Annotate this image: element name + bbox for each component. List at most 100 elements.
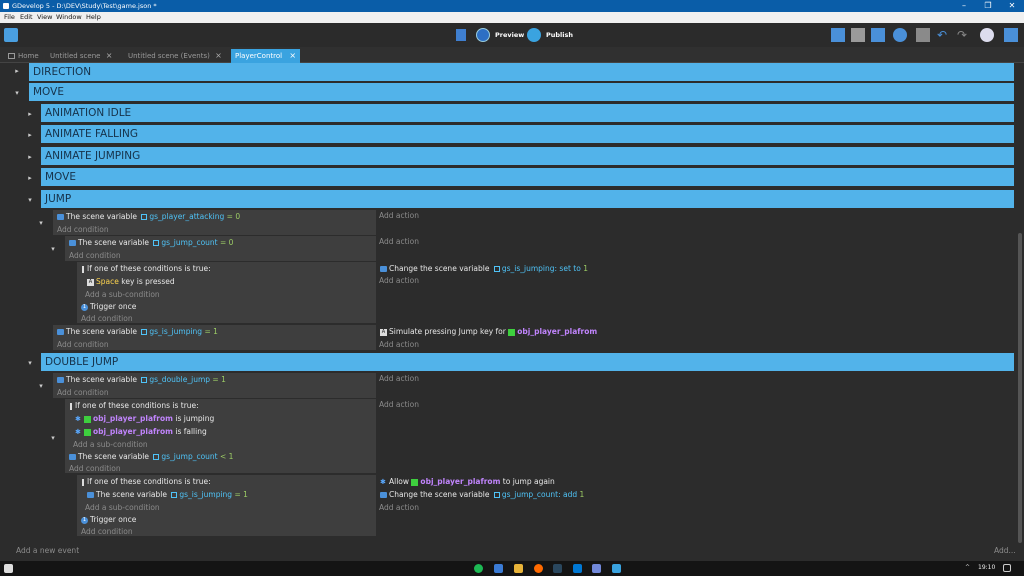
scrollbar-thumb[interactable] xyxy=(1018,233,1022,543)
redo-icon[interactable]: ↷ xyxy=(957,28,971,42)
group-move-sub[interactable]: MOVE xyxy=(41,168,1014,187)
events-scrollbar[interactable] xyxy=(1016,63,1024,543)
condition-line[interactable]: A Space key is pressed xyxy=(87,276,175,287)
expand-arrow-icon[interactable]: ▸ xyxy=(26,110,34,118)
firefox-icon[interactable] xyxy=(534,564,543,573)
add-comment-icon[interactable] xyxy=(871,28,885,42)
group-animate-falling[interactable]: ANIMATE FALLING xyxy=(41,125,1014,144)
tab-untitled-scene[interactable]: Untitled scene × xyxy=(46,49,112,63)
condition-line[interactable]: The scene variable gs_is_jumping = 1 xyxy=(57,326,218,337)
delete-icon[interactable] xyxy=(916,28,930,42)
condition-line[interactable]: 1 Trigger once xyxy=(81,514,136,525)
add-condition-link[interactable]: Add condition xyxy=(69,250,121,261)
condition-line[interactable]: The scene variable gs_is_jumping = 1 xyxy=(87,489,248,500)
add-action-link[interactable]: Add action xyxy=(379,373,419,384)
gdevelop-taskbar-icon[interactable] xyxy=(612,564,621,573)
condition-line[interactable]: The scene variable gs_jump_count < 1 xyxy=(69,451,233,462)
collapse-arrow-icon[interactable]: ▾ xyxy=(13,89,21,97)
menu-edit[interactable]: Edit xyxy=(20,12,33,23)
close-tab-icon[interactable]: × xyxy=(215,49,222,63)
group-move[interactable]: MOVE xyxy=(29,83,1014,102)
close-tab-icon[interactable]: × xyxy=(289,49,296,63)
add-condition-link[interactable]: Add condition xyxy=(81,526,133,537)
or-condition[interactable]: If one of these conditions is true: xyxy=(82,263,211,274)
mail-icon[interactable] xyxy=(573,564,582,573)
collapse-arrow-icon[interactable]: ▾ xyxy=(49,434,57,442)
preview-icon[interactable] xyxy=(476,28,490,42)
group-double-jump[interactable]: DOUBLE JUMP xyxy=(41,353,1014,372)
steam-icon[interactable] xyxy=(553,564,562,573)
condition-line[interactable]: ✱ obj_player_plafrom is jumping xyxy=(75,413,214,424)
close-tab-icon[interactable]: × xyxy=(106,49,113,63)
collapse-arrow-icon[interactable]: ▾ xyxy=(49,245,57,253)
add-action-link[interactable]: Add action xyxy=(379,339,419,350)
undo-icon[interactable]: ↶ xyxy=(937,28,951,42)
condition-line[interactable]: The scene variable gs_double_jump = 1 xyxy=(57,374,226,385)
add-condition-link[interactable]: Add condition xyxy=(57,224,109,235)
add-event-icon[interactable] xyxy=(831,28,845,42)
spotify-icon[interactable] xyxy=(474,564,483,573)
clock[interactable]: 19:10 xyxy=(978,564,995,571)
collapse-arrow-icon[interactable]: ▾ xyxy=(26,359,34,367)
notifications-icon[interactable] xyxy=(1003,564,1011,572)
debug-icon[interactable] xyxy=(456,29,466,41)
add-sub-condition-link[interactable]: Add a sub-condition xyxy=(73,439,148,450)
or-condition[interactable]: If one of these conditions is true: xyxy=(82,476,211,487)
maximize-button[interactable]: ❐ xyxy=(976,0,1000,12)
or-condition[interactable]: If one of these conditions is true: xyxy=(70,400,199,411)
add-new-event-button[interactable]: Add a new event xyxy=(16,545,79,556)
windows-start-icon[interactable] xyxy=(4,564,13,573)
project-manager-icon[interactable] xyxy=(4,28,18,42)
publish-icon[interactable] xyxy=(527,28,541,42)
tab-home[interactable]: Home xyxy=(4,49,43,63)
add-action-link[interactable]: Add action xyxy=(379,275,419,286)
action-line[interactable]: Change the scene variable gs_jump_count:… xyxy=(380,489,584,500)
add-action-link[interactable]: Add action xyxy=(379,236,419,247)
expand-arrow-icon[interactable]: ▸ xyxy=(13,67,21,75)
collapse-arrow-icon[interactable]: ▾ xyxy=(37,382,45,390)
group-jump[interactable]: JUMP xyxy=(41,190,1014,209)
add-condition-link[interactable]: Add condition xyxy=(81,313,133,324)
group-animation-idle[interactable]: ANIMATION IDLE xyxy=(41,104,1014,123)
publish-button[interactable]: Publish xyxy=(546,31,573,39)
add-action-link[interactable]: Add action xyxy=(379,399,419,410)
tab-untitled-scene-events[interactable]: Untitled scene (Events) × xyxy=(124,49,222,63)
add-menu-button[interactable]: Add... xyxy=(994,545,1016,556)
add-action-link[interactable]: Add action xyxy=(379,502,419,513)
action-line[interactable]: ✱ Allow obj_player_plafrom to jump again xyxy=(380,476,555,487)
condition-line[interactable]: 1 Trigger once xyxy=(81,301,136,312)
add-condition-link[interactable]: Add condition xyxy=(57,339,109,350)
expand-arrow-icon[interactable]: ▸ xyxy=(26,174,34,182)
menu-window[interactable]: Window xyxy=(56,12,82,23)
group-direction[interactable]: DIRECTION xyxy=(29,63,1014,82)
group-animate-jumping[interactable]: ANIMATE JUMPING xyxy=(41,147,1014,166)
tab-player-control[interactable]: PlayerControl × xyxy=(231,49,301,63)
condition-line[interactable]: ✱ obj_player_plafrom is falling xyxy=(75,426,207,437)
add-sub-condition-link[interactable]: Add a sub-condition xyxy=(85,289,160,300)
expand-arrow-icon[interactable]: ▸ xyxy=(26,153,34,161)
menu-view[interactable]: View xyxy=(37,12,52,23)
condition-line[interactable]: The scene variable gs_player_attacking =… xyxy=(57,211,240,222)
action-line[interactable]: Change the scene variable gs_is_jumping:… xyxy=(380,263,588,274)
expand-arrow-icon[interactable]: ▸ xyxy=(26,131,34,139)
taskbar-app-icon[interactable] xyxy=(494,564,503,573)
settings-icon[interactable] xyxy=(1004,28,1018,42)
action-line[interactable]: A Simulate pressing Jump key for obj_play… xyxy=(380,326,597,337)
collapse-arrow-icon[interactable]: ▾ xyxy=(26,196,34,204)
tray-chevron-icon[interactable]: ^ xyxy=(965,564,970,571)
search-icon[interactable] xyxy=(980,28,994,42)
collapse-arrow-icon[interactable]: ▾ xyxy=(37,219,45,227)
add-sub-condition-link[interactable]: Add a sub-condition xyxy=(85,502,160,513)
preview-button[interactable]: Preview xyxy=(495,31,524,39)
add-condition-link[interactable]: Add condition xyxy=(57,387,109,398)
menu-help[interactable]: Help xyxy=(86,12,101,23)
add-action-link[interactable]: Add action xyxy=(379,210,419,221)
add-subevent-icon[interactable] xyxy=(851,28,865,42)
add-condition-link[interactable]: Add condition xyxy=(69,463,121,474)
discord-icon[interactable] xyxy=(592,564,601,573)
close-window-button[interactable]: ✕ xyxy=(1000,0,1024,12)
condition-line[interactable]: The scene variable gs_jump_count = 0 xyxy=(69,237,233,248)
menu-file[interactable]: File xyxy=(4,12,15,23)
add-other-icon[interactable] xyxy=(893,28,907,42)
file-explorer-icon[interactable] xyxy=(514,564,523,573)
